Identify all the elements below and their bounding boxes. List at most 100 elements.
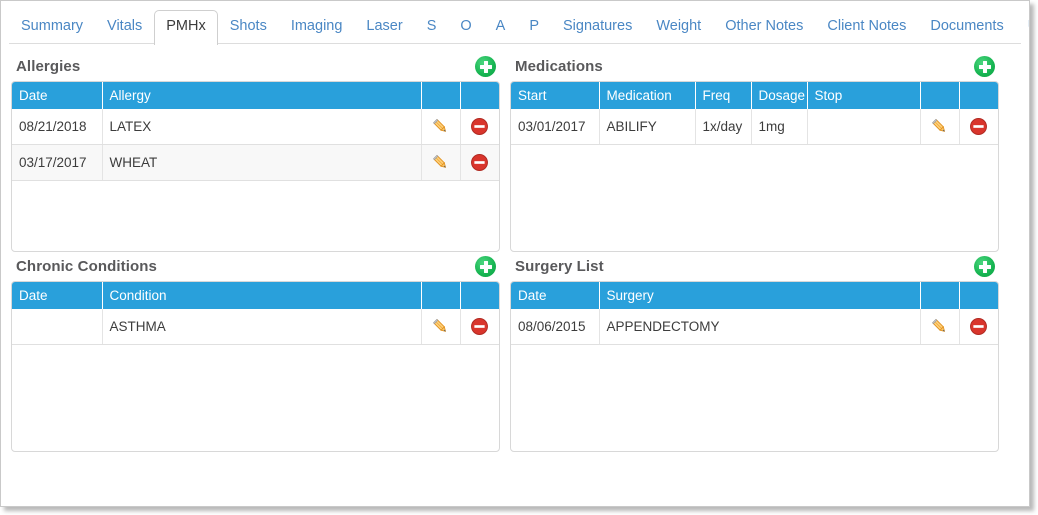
cell-allergy: WHEAT (102, 144, 422, 181)
minus-circle-icon[interactable] (470, 117, 489, 136)
surgery-list-table: Date Surgery 08/06/2015 APPENDECTOMY (511, 282, 998, 345)
column-header-delete (460, 82, 499, 109)
column-header-dosage: Dosage (751, 82, 808, 109)
cell-delete (460, 309, 499, 345)
column-header-edit (920, 282, 960, 309)
column-header-delete (460, 282, 499, 309)
surgery-list-panel: Surgery List Date Surgery 08/06/2015 APP… (510, 252, 999, 452)
column-header-condition: Condition (102, 282, 422, 309)
pencil-icon[interactable] (431, 153, 450, 172)
pmhx-content: Allergies Date Allergy 08/21/2018 LATEX … (1, 44, 1029, 462)
cell-delete (460, 109, 499, 145)
patient-chart-window: Summary Vitals PMHx Shots Imaging Laser … (0, 0, 1030, 507)
column-header-edit (421, 282, 461, 309)
column-header-delete (959, 82, 998, 109)
tab-p[interactable]: P (517, 10, 551, 44)
column-header-date: Date (511, 282, 600, 309)
tab-vitals[interactable]: Vitals (95, 10, 154, 44)
pencil-icon[interactable] (431, 117, 450, 136)
table-header-row: Date Allergy (12, 82, 499, 109)
chronic-conditions-panel: Chronic Conditions Date Condition ASTHMA (11, 252, 500, 452)
cell-edit (920, 309, 960, 345)
column-header-edit (920, 82, 960, 109)
cell-medication: ABILIFY (599, 109, 696, 145)
chronic-conditions-table: Date Condition ASTHMA (12, 282, 499, 345)
cell-date (12, 309, 103, 345)
cell-freq: 1x/day (695, 109, 752, 145)
table-header-row: Start Medication Freq Dosage Stop (511, 82, 998, 109)
medications-panel-header: Medications (510, 52, 999, 81)
medications-panel: Medications Start Medication Freq Dosage… (510, 52, 999, 252)
add-chronic-condition-button[interactable] (475, 256, 496, 277)
table-header-row: Date Surgery (511, 282, 998, 309)
column-header-allergy: Allergy (102, 82, 422, 109)
table-row: 08/21/2018 LATEX (12, 109, 499, 145)
tab-shots[interactable]: Shots (218, 10, 279, 44)
cell-date: 03/17/2017 (12, 144, 103, 181)
table-header-row: Date Condition (12, 282, 499, 309)
allergies-panel: Allergies Date Allergy 08/21/2018 LATEX … (11, 52, 500, 252)
tab-pmhx[interactable]: PMHx (154, 10, 218, 45)
surgery-list-table-container: Date Surgery 08/06/2015 APPENDECTOMY (510, 281, 999, 452)
column-header-date: Date (12, 82, 103, 109)
medications-table: Start Medication Freq Dosage Stop 03/01/… (511, 82, 998, 145)
tab-signatures[interactable]: Signatures (551, 10, 644, 44)
cell-delete (959, 109, 998, 145)
cell-dosage: 1mg (751, 109, 808, 145)
minus-circle-icon[interactable] (969, 317, 988, 336)
pencil-icon[interactable] (930, 117, 949, 136)
tab-a[interactable]: A (484, 10, 518, 44)
allergies-table: Date Allergy 08/21/2018 LATEX 03/17/2017… (12, 82, 499, 181)
tab-imaging[interactable]: Imaging (279, 10, 355, 44)
tab-umr-forms[interactable]: UMR Forms (1016, 10, 1029, 44)
tab-laser[interactable]: Laser (354, 10, 414, 44)
tab-s[interactable]: S (415, 10, 449, 44)
allergies-table-container: Date Allergy 08/21/2018 LATEX 03/17/2017… (11, 81, 500, 252)
tab-other-notes[interactable]: Other Notes (713, 10, 815, 44)
cell-date: 08/06/2015 (511, 309, 600, 345)
allergies-panel-header: Allergies (11, 52, 500, 81)
medications-title: Medications (515, 58, 603, 75)
column-header-start: Start (511, 82, 600, 109)
cell-surgery: APPENDECTOMY (599, 309, 921, 345)
tab-weight[interactable]: Weight (644, 10, 713, 44)
cell-date: 08/21/2018 (12, 109, 103, 145)
tab-o[interactable]: O (448, 10, 483, 44)
tab-summary[interactable]: Summary (9, 10, 95, 44)
cell-edit (421, 109, 461, 145)
table-row: 08/06/2015 APPENDECTOMY (511, 309, 998, 345)
column-header-freq: Freq (695, 82, 752, 109)
add-allergy-button[interactable] (475, 56, 496, 77)
cell-delete (959, 309, 998, 345)
cell-delete (460, 144, 499, 181)
cell-edit (920, 109, 960, 145)
tab-client-notes[interactable]: Client Notes (815, 10, 918, 44)
cell-stop (807, 109, 921, 145)
column-header-date: Date (12, 282, 103, 309)
table-row: 03/17/2017 WHEAT (12, 144, 499, 181)
column-header-surgery: Surgery (599, 282, 921, 309)
medications-table-container: Start Medication Freq Dosage Stop 03/01/… (510, 81, 999, 252)
allergies-title: Allergies (16, 58, 81, 75)
table-row: ASTHMA (12, 309, 499, 345)
column-header-delete (959, 282, 998, 309)
minus-circle-icon[interactable] (969, 117, 988, 136)
cell-edit (421, 309, 461, 345)
pencil-icon[interactable] (431, 317, 450, 336)
cell-edit (421, 144, 461, 181)
add-medication-button[interactable] (974, 56, 995, 77)
chronic-conditions-table-container: Date Condition ASTHMA (11, 281, 500, 452)
cell-start: 03/01/2017 (511, 109, 600, 145)
chronic-conditions-title: Chronic Conditions (16, 258, 157, 275)
add-surgery-button[interactable] (974, 256, 995, 277)
cell-allergy: LATEX (102, 109, 422, 145)
tab-documents[interactable]: Documents (918, 10, 1015, 44)
chronic-conditions-panel-header: Chronic Conditions (11, 252, 500, 281)
column-header-medication: Medication (599, 82, 696, 109)
minus-circle-icon[interactable] (470, 153, 489, 172)
chart-tab-bar: Summary Vitals PMHx Shots Imaging Laser … (1, 1, 1029, 45)
pencil-icon[interactable] (930, 317, 949, 336)
minus-circle-icon[interactable] (470, 317, 489, 336)
table-row: 03/01/2017 ABILIFY 1x/day 1mg (511, 109, 998, 145)
column-header-edit (421, 82, 461, 109)
